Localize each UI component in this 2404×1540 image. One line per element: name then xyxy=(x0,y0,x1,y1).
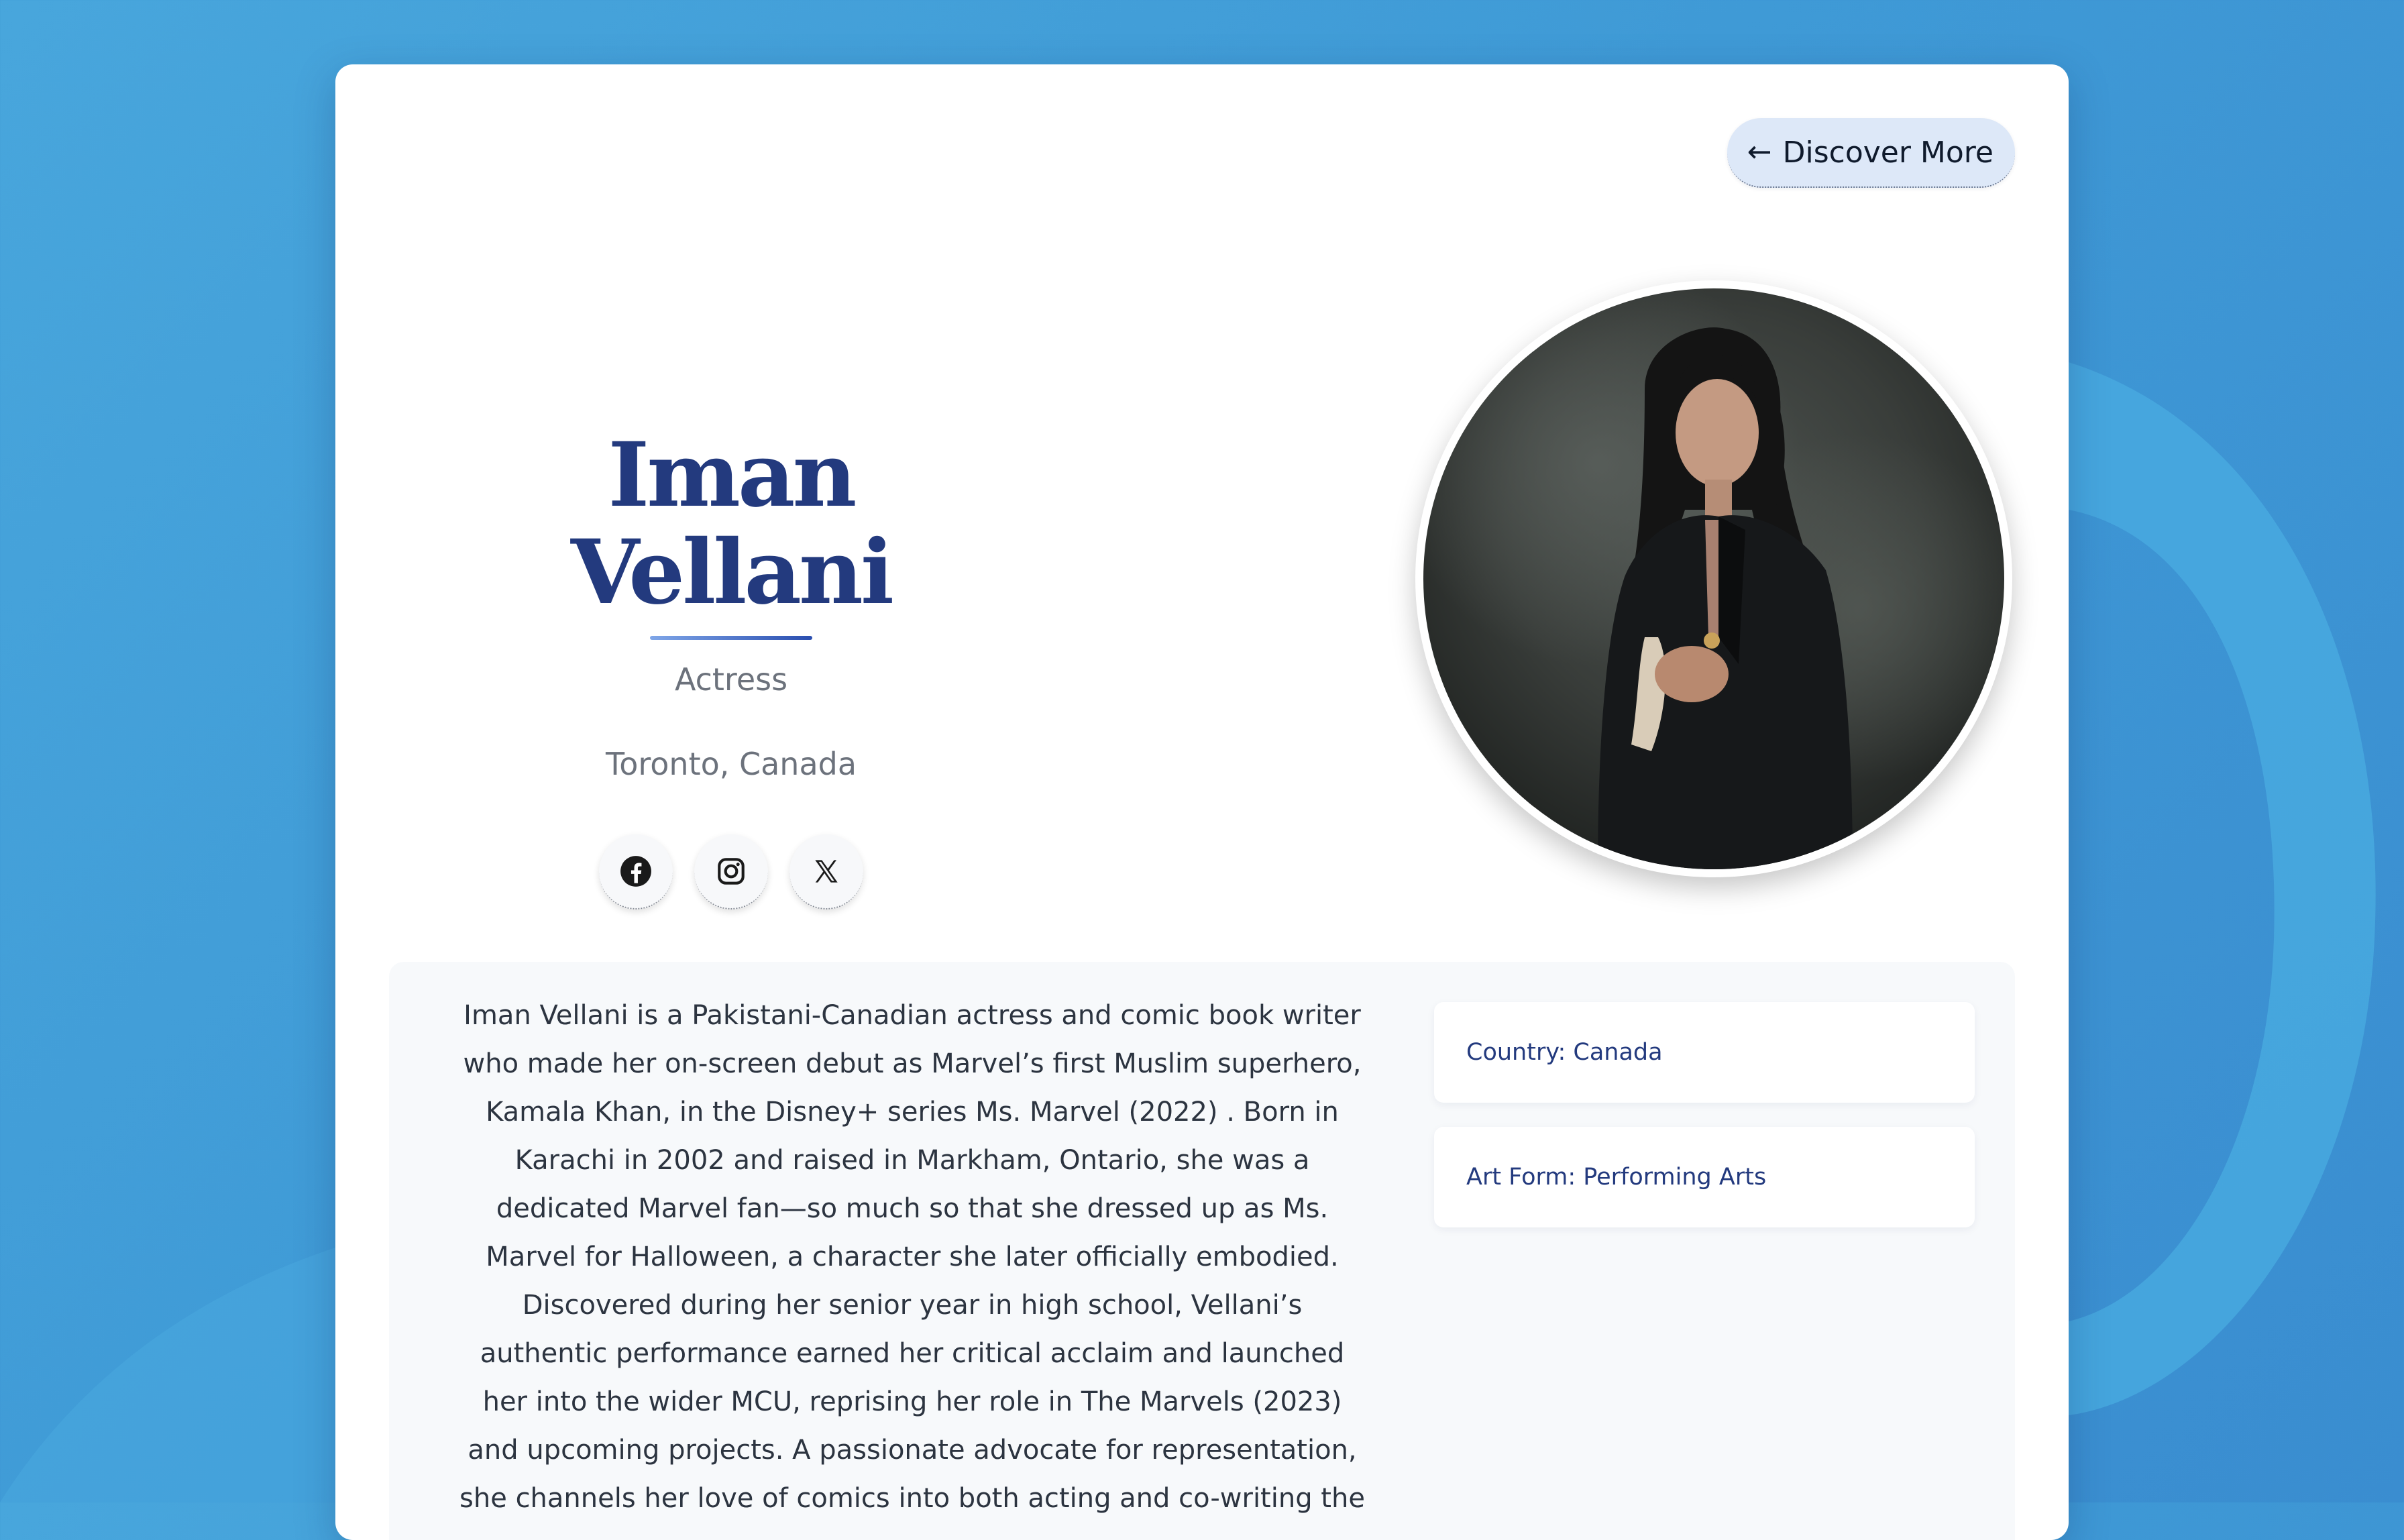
x-icon xyxy=(815,860,838,883)
bio-text: Iman Vellani is a Pakistani-Canadian act… xyxy=(459,1000,1365,1514)
profile-card: ← Discover More Iman Vellani Actress Tor… xyxy=(335,64,2069,1540)
profile-photo xyxy=(1423,288,2004,869)
x-link[interactable] xyxy=(789,834,863,910)
art-form-card: Art Form: Performing Arts xyxy=(1434,1127,1975,1227)
discover-more-button[interactable]: ← Discover More xyxy=(1727,118,2015,188)
discover-more-label: Discover More xyxy=(1782,135,1993,170)
instagram-link[interactable] xyxy=(694,834,768,910)
art-form-label: Art Form: Performing Arts xyxy=(1466,1164,1767,1191)
facebook-icon xyxy=(620,856,651,887)
bio-section: Iman Vellani is a Pakistani-Canadian act… xyxy=(389,962,2015,1540)
profile-role: Actress xyxy=(674,661,788,698)
profile-location: Toronto, Canada xyxy=(605,746,857,783)
profile-name: Iman Vellani xyxy=(570,423,894,625)
profile-header: Iman Vellani Actress Toronto, Canada xyxy=(456,427,1006,910)
instagram-icon xyxy=(718,858,745,885)
name-underline xyxy=(650,636,812,641)
social-links xyxy=(456,834,1006,910)
portrait-frame xyxy=(1415,280,2012,877)
country-label: Country: Canada xyxy=(1466,1039,1663,1066)
facebook-link[interactable] xyxy=(599,834,673,910)
country-card: Country: Canada xyxy=(1434,1002,1975,1103)
arrow-left-icon: ← xyxy=(1747,135,1772,169)
